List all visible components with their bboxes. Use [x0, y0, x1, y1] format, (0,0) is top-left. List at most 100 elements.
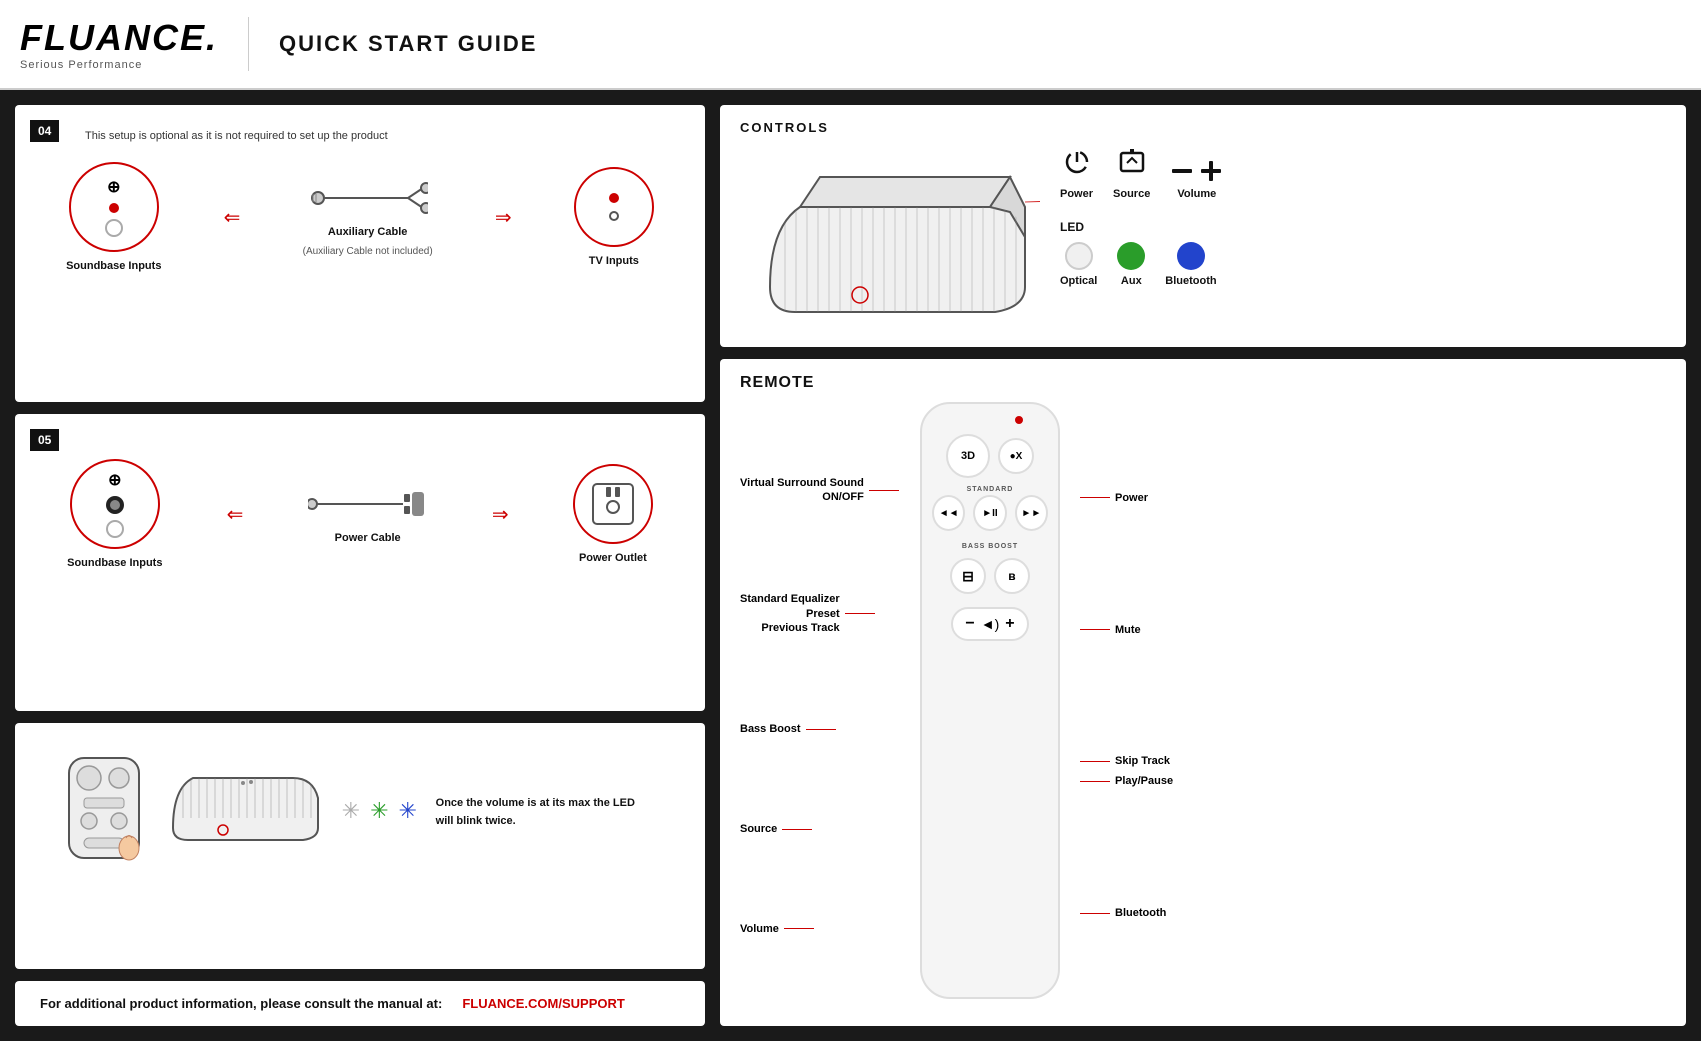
- soundbase-3d-sketch: [740, 147, 1040, 332]
- play-pause-label: Play/Pause: [1080, 775, 1173, 787]
- led-bluetooth-dot: [1177, 242, 1205, 270]
- outlet-circle: [573, 464, 653, 544]
- btn-skip-track[interactable]: ►►: [1015, 495, 1048, 531]
- arrow-left-04: ⇐: [224, 205, 241, 230]
- vol-minus-btn[interactable]: −: [965, 615, 974, 633]
- led-white-blink: ✳: [342, 798, 360, 824]
- right-column: CONTROLS: [720, 105, 1686, 1026]
- soundbase-circle-04: ⊕: [69, 162, 159, 252]
- btn-mute[interactable]: ●X: [998, 438, 1034, 474]
- remote-labels-right: Power Mute Skip Track Play/Pause: [1080, 402, 1173, 999]
- logo-area: FLUANCE. Serious Performance: [20, 17, 249, 71]
- volume-label-remote: Volume: [740, 923, 900, 935]
- left-column: 04 This setup is optional as it is not r…: [15, 105, 705, 1026]
- vol-plus-btn[interactable]: +: [1005, 615, 1014, 633]
- led-bluetooth: Bluetooth: [1165, 242, 1216, 287]
- ctrl-source: Source: [1113, 147, 1150, 200]
- logo-text: FLUANCE.: [20, 17, 218, 59]
- controls-title: CONTROLS: [740, 120, 1666, 135]
- led-section: LED Optical Aux: [1060, 220, 1666, 287]
- vol-control-row: − ◄) +: [951, 607, 1028, 641]
- remote-thumb-svg: [64, 753, 144, 863]
- btn-3d[interactable]: 3D: [946, 434, 990, 478]
- soundbase-circle-05: ⊕: [70, 459, 160, 549]
- source-label: Source: [1113, 188, 1150, 200]
- soundbase-thumbnail: [163, 758, 323, 863]
- source-label-remote: Source: [740, 823, 900, 835]
- header: FLUANCE. Serious Performance QUICK START…: [0, 0, 1701, 90]
- power-icon: [1062, 147, 1092, 183]
- logo-tagline: Serious Performance: [20, 59, 218, 71]
- aux-cable-label: Auxiliary Cable: [328, 226, 407, 238]
- mute-right-label: Mute: [1080, 624, 1173, 636]
- tv-inputs-label: TV Inputs: [589, 255, 639, 267]
- step-04-badge: 04: [30, 120, 59, 142]
- remote-thumbnail: [64, 753, 144, 868]
- controls-card: CONTROLS: [720, 105, 1686, 347]
- vol-speaker-icon: ◄): [981, 616, 1000, 632]
- footer-card: For additional product information, plea…: [15, 981, 705, 1026]
- remote-card: REMOTE Virtual Surround SoundON/OFF Stan…: [720, 359, 1686, 1026]
- led-green-blink: ✳: [370, 798, 388, 824]
- skip-track-label: Skip Track: [1080, 755, 1173, 767]
- power-cable-item: Power Cable: [308, 484, 428, 544]
- controls-right-panel: Power Source: [1060, 147, 1666, 332]
- step-04-content: ⊕ Soundbase Inputs ⇐: [35, 152, 685, 272]
- arrow-right-04: ⇒: [495, 205, 512, 230]
- soundbase-label-05: Soundbase Inputs: [67, 557, 162, 569]
- inactive-port: [105, 219, 123, 237]
- step-06-content: ✳ ✳ ✳ Once the volume is at its max the …: [35, 743, 685, 878]
- power-cable-svg: [308, 484, 428, 524]
- aux-cable-item: Auxiliary Cable (Auxiliary Cable not inc…: [303, 178, 433, 257]
- remote-layout: Virtual Surround SoundON/OFF Standard Eq…: [740, 402, 1666, 999]
- remote-labels-left: Virtual Surround SoundON/OFF Standard Eq…: [740, 402, 900, 999]
- led-bluetooth-label: Bluetooth: [1165, 275, 1216, 287]
- controls-soundbase-svg: [740, 147, 1040, 327]
- tv-inputs-item: TV Inputs: [574, 167, 654, 267]
- soundbase-inputs-05: ⊕ Soundbase Inputs: [67, 459, 162, 569]
- standard-btn-container: STANDARD ◄◄ ►II ►►: [932, 486, 1048, 531]
- tv-dot-white: [609, 211, 619, 221]
- controls-layout: Power Source: [740, 147, 1666, 332]
- tv-dot-red: [609, 193, 619, 203]
- power-port: [106, 496, 124, 514]
- power-outlet-label: Power Outlet: [579, 552, 647, 564]
- page-title: QUICK START GUIDE: [279, 31, 537, 57]
- soundbase-inputs-04: ⊕ Soundbase Inputs: [66, 162, 161, 272]
- led-optical: Optical: [1060, 242, 1097, 287]
- row-3d-mute: 3D ●X: [932, 434, 1048, 478]
- step-05-content: ⊕ Soundbase Inputs ⇐: [35, 449, 685, 569]
- main-content: 04 This setup is optional as it is not r…: [0, 90, 1701, 1041]
- source-icon: [1117, 147, 1147, 183]
- virtual-surround-label: Virtual Surround SoundON/OFF: [740, 476, 900, 505]
- step-06-text: Once the volume is at its max the LED wi…: [436, 797, 635, 827]
- vol-minus-icon: [1170, 159, 1194, 183]
- soundbase-thumb-svg: [163, 758, 323, 858]
- outlet-svg: [588, 479, 638, 529]
- btn-source[interactable]: ⊟: [950, 558, 986, 594]
- skip-play-spacer: Skip Track Play/Pause: [1080, 755, 1173, 787]
- step-06-card: ✳ ✳ ✳ Once the volume is at its max the …: [15, 723, 705, 969]
- power-indicator-dot: [1015, 416, 1023, 424]
- led-optical-dot: [1065, 242, 1093, 270]
- led-aux-dot: [1117, 242, 1145, 270]
- arrow-left-05: ⇐: [227, 502, 244, 527]
- btn-prev-track[interactable]: ◄◄: [932, 495, 965, 531]
- aux-cable-sublabel: (Auxiliary Cable not included): [303, 246, 433, 257]
- footer-text: For additional product information, plea…: [40, 996, 442, 1011]
- vol-plus-icon: [1199, 159, 1223, 183]
- btn-bluetooth[interactable]: ʙ: [994, 558, 1030, 594]
- led-blue-blink: ✳: [399, 798, 417, 824]
- arrow-right-05: ⇒: [492, 502, 509, 527]
- ctrl-volume: Volume: [1170, 159, 1223, 200]
- led-aux-label: Aux: [1121, 275, 1142, 287]
- step-04-note: This setup is optional as it is not requ…: [85, 130, 685, 142]
- btn-play-pause[interactable]: ►II: [973, 495, 1006, 531]
- led-blink-indicators: ✳ ✳ ✳: [342, 798, 417, 824]
- led-aux: Aux: [1117, 242, 1145, 287]
- footer-link: FLUANCE.COM/SUPPORT: [462, 996, 625, 1011]
- power-right-label: Power: [1080, 492, 1173, 504]
- row-playback: ◄◄ ►II ►►: [932, 495, 1048, 531]
- bluetooth-right-label: Bluetooth: [1080, 907, 1173, 919]
- power-cable-label: Power Cable: [335, 532, 401, 544]
